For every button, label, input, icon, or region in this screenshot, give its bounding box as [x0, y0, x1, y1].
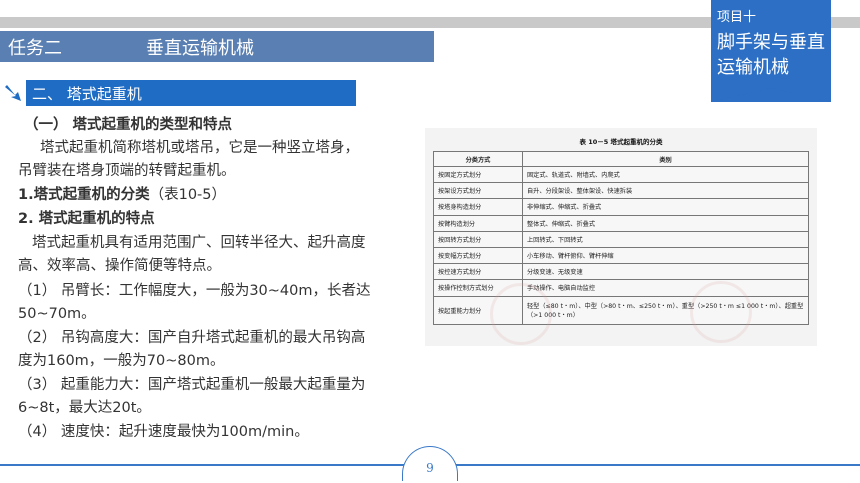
project-badge: 项目十 脚手架与垂直运输机械 — [711, 0, 831, 102]
heading-classification: 1.塔式起重机的分类（表10-5） — [18, 184, 438, 207]
heading-types: （一） 塔式起重机的类型和特点 — [24, 117, 233, 133]
item1-line1: （1） 吊臂长：工作幅度大，一般为30~40m，长者达 — [18, 283, 371, 299]
section-title: 二、 塔式起重机 — [32, 85, 142, 103]
heading-features: 2. 塔式起重机的特点 — [18, 211, 155, 227]
table-cell: 上回转式、下回转式 — [522, 230, 809, 248]
para1-line2: 吊臂装在塔身顶端的转臂起重机。 — [18, 163, 236, 179]
table-cell: 自升、分段架设、整体架设、快速拆装 — [522, 182, 809, 200]
table-cell: 按塔身构造划分 — [433, 198, 523, 216]
section-title-bar: 二、 塔式起重机 — [26, 80, 356, 106]
item2-line1: （2） 吊钩高度大：国产自升塔式起重机的最大吊钩高 — [18, 330, 366, 346]
heading-classification-ref: （表10-5） — [149, 187, 227, 203]
table-row: 按架设方式划分 自升、分段架设、整体架设、快速拆装 — [433, 182, 809, 200]
para1-line1: 塔式起重机简称塔机或塔吊，它是一种竖立塔身， — [40, 140, 359, 156]
table-cell: 按回转方式划分 — [433, 230, 523, 248]
heading-classification-text: 1.塔式起重机的分类 — [18, 187, 150, 203]
table-header: 类别 — [522, 151, 809, 167]
table-row: 按塔身构造划分 非伸缩式、伸缩式、折叠式 — [433, 198, 809, 216]
table-row: 按回转方式划分 上回转式、下回转式 — [433, 230, 809, 248]
classification-table: 分类方式 类别 按固定方式划分 固定式、轨道式、附墙式、内爬式 按架设方式划分 自升… — [433, 151, 809, 325]
para2-line2: 高、效率高、操作简便等特点。 — [18, 258, 221, 274]
task-label: 任务二 — [8, 38, 62, 59]
item1-line2: 50~70m。 — [18, 306, 96, 322]
page-number-tab: 9 — [402, 446, 458, 481]
para2-line1: 塔式起重机具有适用范围广、回转半径大、起升高度 — [32, 235, 366, 251]
table-row: 按固定方式划分 固定式、轨道式、附墙式、内爬式 — [433, 165, 809, 184]
table-cell: 整体式、伸缩式、折叠式 — [522, 214, 809, 232]
table-cell: 按变幅方式划分 — [433, 246, 523, 265]
page-number: 9 — [426, 461, 434, 475]
item2-line2: 度为160m，一般为70~80m。 — [18, 353, 225, 369]
table-caption: 表 10－5 塔式起重机的分类 — [579, 138, 663, 146]
table-cell: 轻型（≤80 t・m）、中型（>80 t・m、≤250 t・m）、重型（>250… — [522, 295, 809, 325]
table-cell: 手动操作、电脑自动监控 — [522, 279, 809, 297]
project-number: 项目十 — [717, 10, 757, 25]
table-header-row: 分类方式 类别 — [433, 151, 809, 167]
table-row: 按臂构造划分 整体式、伸缩式、折叠式 — [433, 214, 809, 232]
table-cell: 按控速方式划分 — [433, 263, 523, 281]
table-cell: 按架设方式划分 — [433, 182, 523, 200]
table-cell: 非伸缩式、伸缩式、折叠式 — [522, 198, 809, 216]
badge-notch — [711, 88, 831, 102]
table-header: 分类方式 — [433, 151, 523, 167]
table-cell: 小车移动、臂杆俯仰、臂杆伸缩 — [522, 246, 809, 265]
task-title: 垂直运输机械 — [146, 38, 254, 59]
table-cell: 固定式、轨道式、附墙式、内爬式 — [522, 165, 809, 184]
watermark-seal — [490, 283, 552, 345]
watermark-seal — [690, 281, 752, 343]
table-row: 按控速方式划分 分级变速、无级变速 — [433, 263, 809, 281]
classification-table-figure: 表 10－5 塔式起重机的分类 分类方式 类别 按固定方式划分 固定式、轨道式、附… — [425, 128, 817, 346]
table-row: 按变幅方式划分 小车移动、臂杆俯仰、臂杆伸缩 — [433, 246, 809, 265]
table-cell: 分级变速、无级变速 — [522, 263, 809, 281]
project-name: 脚手架与垂直运输机械 — [717, 32, 825, 78]
item3-line2: 6~8t，最大达20t。 — [18, 400, 151, 416]
item3-line1: （3） 起重能力大：国产塔式起重机一般最大起重量为 — [18, 377, 366, 393]
task-title-bar: 任务二 垂直运输机械 — [0, 31, 434, 62]
table-row: 按操作控制方式划分 手动操作、电脑自动监控 — [433, 279, 809, 297]
item4-line1: （4） 速度快：起升速度最快为100m/min。 — [18, 424, 309, 440]
table-cell: 按固定方式划分 — [433, 165, 523, 184]
section-arrow-icon — [5, 85, 21, 101]
table-cell: 按臂构造划分 — [433, 214, 523, 232]
